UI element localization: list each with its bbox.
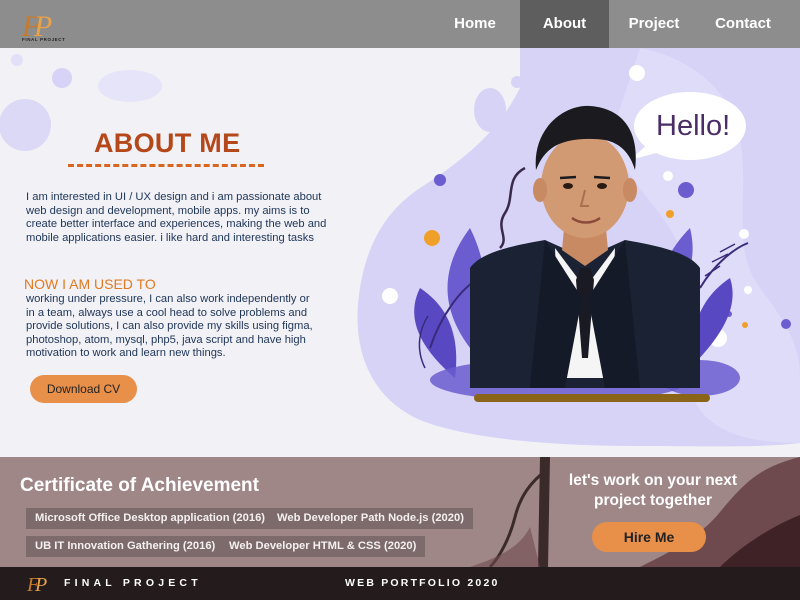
hire-me-button[interactable]: Hire Me xyxy=(592,522,706,552)
now-i-am-used-to-heading: NOW I AM USED TO xyxy=(24,276,156,292)
certificate-chip: Web Developer Path Node.js (2020) xyxy=(268,508,473,529)
download-cv-button[interactable]: Download CV xyxy=(30,375,137,403)
cta-text: let's work on your next project together xyxy=(568,472,738,509)
certificate-chip: Microsoft Office Desktop application (20… xyxy=(26,508,275,529)
title-underline-divider xyxy=(68,164,264,167)
svg-text:P: P xyxy=(34,574,47,596)
footer-logo[interactable]: F P xyxy=(26,570,52,596)
footer-tagline: WEB PORTFOLIO 2020 xyxy=(345,577,500,589)
hello-speech-text: Hello! xyxy=(656,110,731,142)
nav-about[interactable]: About xyxy=(520,0,609,48)
nav-home[interactable]: Home xyxy=(440,0,510,48)
skills-paragraph: working under pressure, I can also work … xyxy=(26,293,313,360)
certificate-chip: UB IT Innovation Gathering (2016) xyxy=(26,536,225,557)
about-me-title: ABOUT ME xyxy=(94,128,241,158)
nav-contact[interactable]: Contact xyxy=(706,0,780,48)
certificate-section: Certificate of Achievement Microsoft Off… xyxy=(0,457,800,567)
footer: F P FINAL PROJECT WEB PORTFOLIO 2020 xyxy=(0,567,800,600)
certificate-chip: Web Developer HTML & CSS (2020) xyxy=(220,536,426,557)
top-navbar: F P FINAL PROJECT Home About Project Con… xyxy=(0,0,800,48)
certificate-title: Certificate of Achievement xyxy=(20,475,259,496)
about-paragraph: I am interested in UI / UX design and i … xyxy=(26,191,327,244)
profile-photo xyxy=(470,105,700,388)
nav-project[interactable]: Project xyxy=(618,0,690,48)
footer-brand: FINAL PROJECT xyxy=(64,577,202,589)
logo-caption: FINAL PROJECT xyxy=(22,37,66,42)
